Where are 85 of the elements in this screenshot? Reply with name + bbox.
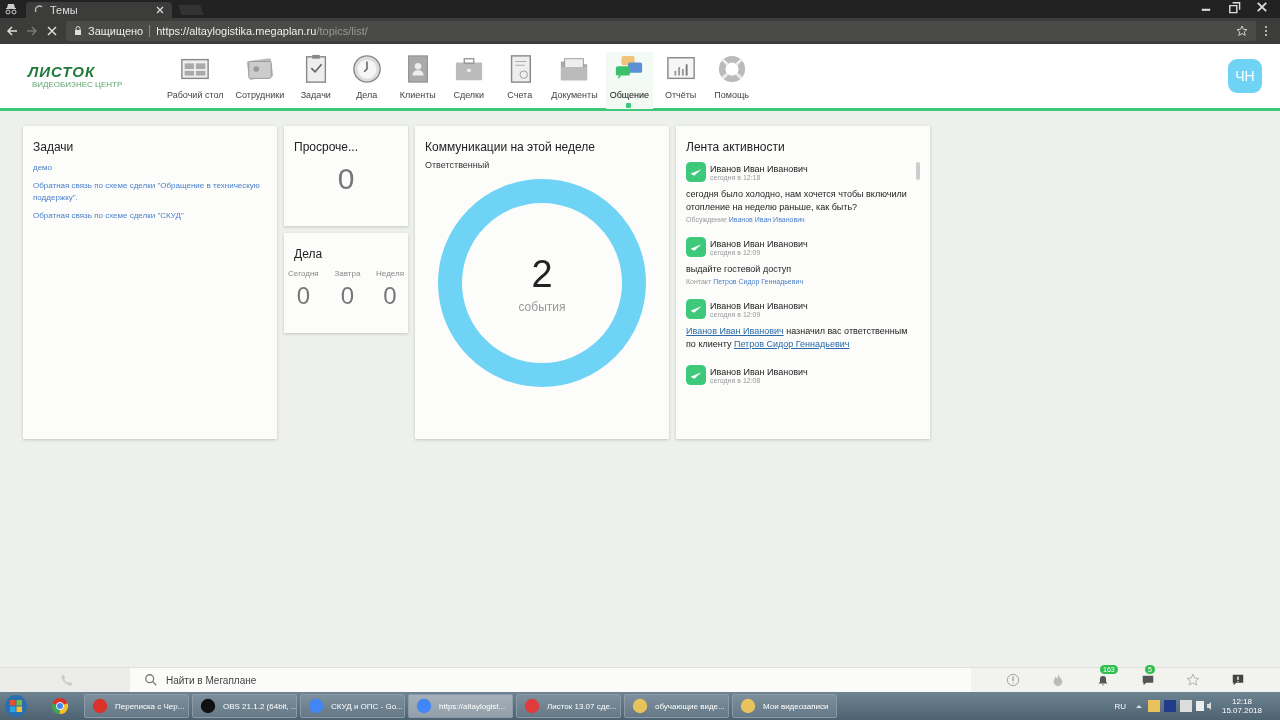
nav-item[interactable]: Документы [547, 52, 602, 109]
clock-icon [351, 54, 382, 84]
card-title: Дела [294, 247, 324, 261]
card-title: Лента активности [686, 140, 786, 154]
alert-icon[interactable] [1230, 673, 1245, 687]
nav-item[interactable]: Дела [343, 52, 391, 109]
logo[interactable]: ЛИСТОК ВИДЕОБИЗНЕС ЦЕНТР [28, 63, 143, 89]
overdue-count: 0 [336, 162, 356, 196]
paper-plane-icon [686, 299, 706, 319]
selection-marker [626, 103, 632, 108]
period-count: 0 [383, 282, 397, 310]
feed-text: сегодня было холодно, нам хочется чтобы включили отопление на неделю раньше, как быть? [686, 188, 908, 214]
period-count: 0 [340, 282, 355, 310]
browser-tab[interactable]: Темы [26, 2, 172, 18]
event-unit: события [518, 299, 566, 314]
task-link[interactable]: демо [33, 162, 53, 174]
nav-item[interactable]: Общение [605, 52, 654, 109]
taskbar-button[interactable]: Переписка с Чер... [84, 694, 189, 718]
search-icon [144, 673, 158, 687]
incognito-icon [4, 3, 18, 15]
nav-item[interactable]: Сделки [445, 52, 493, 109]
app-icon [199, 697, 217, 715]
search-bar[interactable]: Найти в Мегаплане [130, 668, 971, 692]
star-icon[interactable] [1185, 673, 1200, 687]
period-count: 0 [296, 282, 310, 310]
close-icon[interactable] [156, 6, 164, 14]
security-label: Защищено [88, 25, 144, 37]
app-icon [523, 697, 541, 715]
card-subtitle: Ответственный [425, 160, 491, 170]
clock-date: 15.07.2018 [1221, 706, 1262, 715]
card-title: Задачи [33, 140, 74, 154]
taskbar-button[interactable]: Мои видеозаписи [732, 694, 837, 718]
back-icon[interactable] [6, 25, 18, 37]
person-link[interactable]: Петров Сидор Геннадьевич [733, 339, 850, 349]
nav-item[interactable]: Отчёты [657, 52, 705, 109]
person-link[interactable]: Иванов Иван Иванович [686, 326, 784, 336]
search-field[interactable]: Найти в Мегаплане [166, 670, 971, 690]
nav-item[interactable]: Сотрудники [231, 52, 289, 109]
event-count: 2 [531, 252, 553, 296]
taskbar-button[interactable]: Листок 13.07 сде... [516, 694, 621, 718]
app-icon [415, 697, 433, 715]
period-label: Завтра [334, 269, 361, 278]
author-name: Иванов Иван Иванович [710, 366, 808, 377]
url-host: https://altaylogistika.megaplan.ru [156, 25, 317, 37]
browser-icon[interactable] [51, 697, 69, 715]
scrollbar[interactable] [916, 162, 920, 180]
lock-icon [74, 26, 82, 36]
url-path: /topics/list/ [316, 25, 369, 37]
app-icon [91, 697, 109, 715]
chat-icon[interactable] [1140, 673, 1155, 687]
taskbar-button[interactable]: обучающие виде... [624, 694, 729, 718]
clock-time: 12:18 [1231, 697, 1252, 706]
address-field[interactable]: Защищено https://altaylogistika.megaplan.ru/topics/list/ [66, 21, 1256, 41]
forward-icon[interactable] [26, 25, 38, 37]
card-title: Коммуникации на этой неделе [425, 140, 596, 154]
author-name: Иванов Иван Иванович [710, 238, 808, 249]
loading-icon [34, 5, 44, 15]
feed-text: выдайте гостевой доступ [686, 263, 793, 276]
card-title: Просроче... [294, 140, 359, 154]
nav-item[interactable]: Клиенты [394, 52, 442, 109]
author-name: Иванов Иван Иванович [710, 300, 808, 311]
taskbar-button[interactable]: OBS 21.1.2 (64bit, ... [192, 694, 297, 718]
nav-item[interactable]: Помощь [708, 52, 756, 109]
taskbar-button[interactable]: СКУД и ОПС - Go... [300, 694, 405, 718]
stop-icon[interactable] [46, 25, 58, 37]
start-button[interactable] [4, 694, 28, 718]
feed-text: Иванов Иван Иванович назначил вас ответственным по клиенту Петров Сидор Геннадьевич [686, 325, 909, 351]
app-icon [631, 697, 649, 715]
period-label: Неделя [376, 269, 404, 278]
paper-plane-icon [686, 365, 706, 385]
app-icon [739, 697, 757, 715]
period-label: Сегодня [288, 269, 319, 278]
author-name: Иванов Иван Иванович [710, 163, 808, 174]
language-indicator[interactable]: RU [1114, 701, 1126, 711]
nav-item[interactable]: Рабочий стол [163, 52, 228, 109]
nav-item[interactable]: Счета [496, 52, 544, 109]
task-link[interactable]: Обратная связь по схеме сделки "Обращение в техническую поддержку". [33, 180, 267, 204]
task-link[interactable]: Обратная связь по схеме сделки "СКУД" [33, 210, 184, 222]
star-icon[interactable] [1236, 25, 1248, 37]
app-icon [307, 697, 325, 715]
paper-plane-icon [686, 162, 706, 182]
nav-item[interactable]: Задачи [292, 52, 340, 109]
lifebuoy-icon [716, 54, 747, 84]
menu-icon[interactable] [1264, 25, 1268, 37]
paper-plane-icon [686, 237, 706, 257]
